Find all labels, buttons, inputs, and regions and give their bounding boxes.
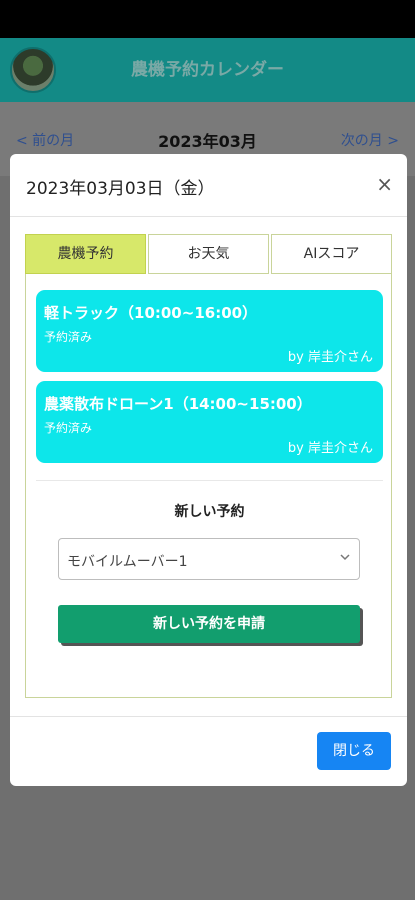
reservation-card[interactable]: 農薬散布ドローン1（14:00~15:00） 予約済み by 岸圭介さん	[36, 381, 383, 463]
close-button[interactable]: 閉じる	[317, 732, 391, 770]
chevron-down-icon	[340, 554, 350, 561]
modal-tabs: 農機予約 お天気 AIスコア	[25, 234, 392, 274]
reservation-modal: 2023年03月03日（金） × 農機予約 お天気 AIスコア 軽トラック（10…	[10, 154, 407, 786]
reservation-owner: by 岸圭介さん	[287, 350, 373, 365]
machine-select[interactable]: モバイルムーバー1	[58, 538, 360, 580]
machine-select-value: モバイルムーバー1	[67, 554, 188, 570]
next-month-link[interactable]: 次の月 >	[341, 130, 399, 150]
reservation-card[interactable]: 軽トラック（10:00~16:00） 予約済み by 岸圭介さん	[36, 290, 383, 372]
app-title: 農機予約カレンダー	[131, 60, 284, 80]
tab-machine-reservation[interactable]: 農機予約	[25, 234, 146, 274]
reservation-panel: 軽トラック（10:00~16:00） 予約済み by 岸圭介さん 農薬散布ドロー…	[25, 274, 392, 698]
tab-weather[interactable]: お天気	[148, 234, 269, 274]
reservation-status: 予約済み	[44, 330, 93, 344]
reservation-owner: by 岸圭介さん	[287, 441, 373, 456]
app-header: 農機予約カレンダー	[0, 38, 415, 102]
new-reservation-label: 新しい予約	[174, 504, 245, 520]
reservation-status: 予約済み	[44, 421, 93, 435]
reservation-title: 軽トラック（10:00~16:00）	[44, 304, 258, 322]
tab-ai-score[interactable]: AIスコア	[271, 234, 392, 274]
modal-footer-divider	[10, 716, 407, 717]
submit-reservation-button[interactable]: 新しい予約を申請	[58, 605, 360, 643]
reservation-title: 農薬散布ドローン1（14:00~15:00）	[44, 395, 312, 413]
close-icon[interactable]: ×	[376, 174, 393, 194]
divider	[36, 480, 383, 481]
modal-header: 2023年03月03日（金） ×	[10, 154, 407, 217]
modal-title: 2023年03月03日（金）	[26, 179, 215, 199]
status-bar	[0, 0, 415, 38]
